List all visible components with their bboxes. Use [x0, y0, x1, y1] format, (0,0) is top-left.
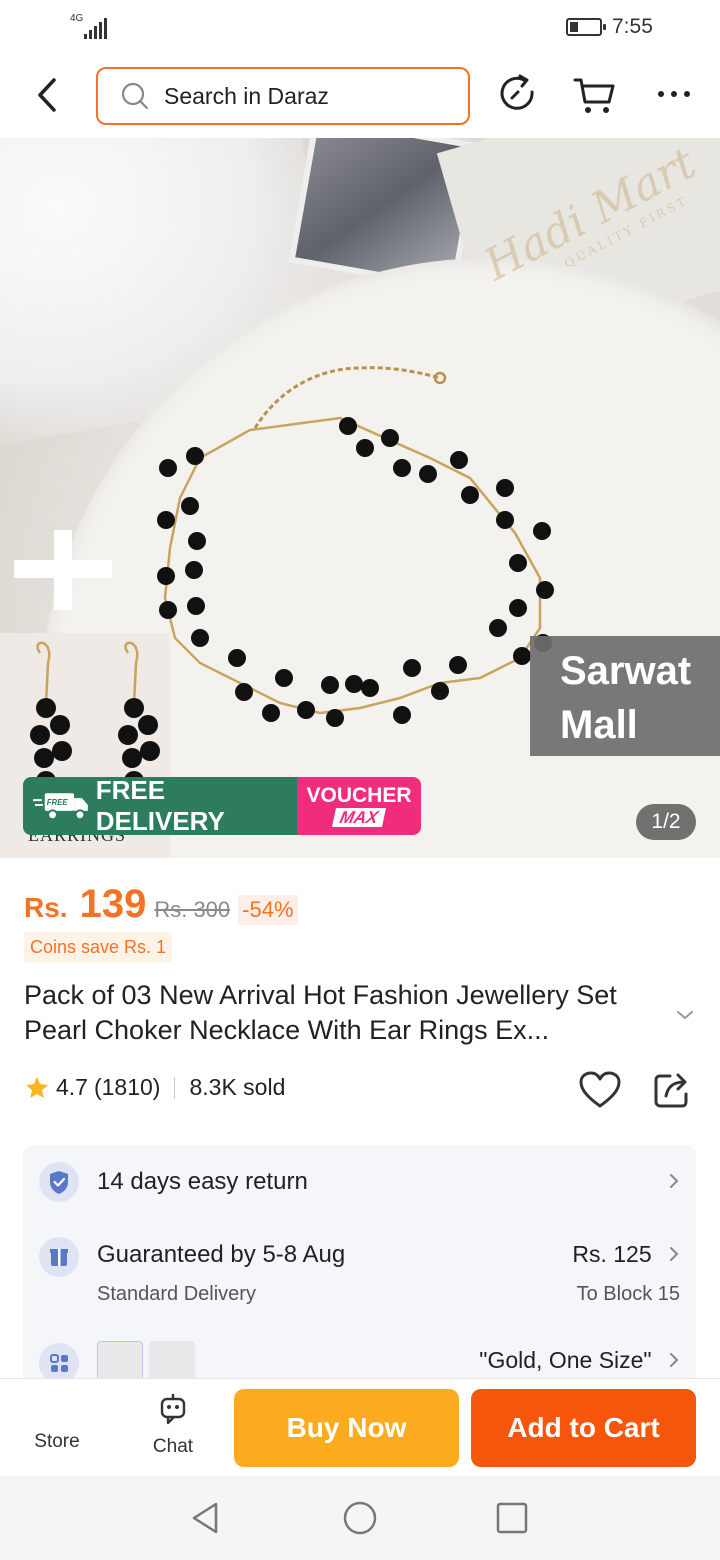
chat-label: Chat [152, 1436, 194, 1457]
variant-value-wrap: "Gold, One Size" [479, 1347, 680, 1374]
plus-icon [14, 530, 112, 610]
heart-icon[interactable] [578, 1070, 622, 1110]
return-chevron-wrap [658, 1168, 680, 1195]
back-button[interactable] [26, 70, 72, 120]
search-input[interactable]: Search in Daraz [96, 67, 470, 125]
gift-box-icon [39, 1237, 79, 1277]
buy-now-button[interactable]: Buy Now [234, 1389, 459, 1467]
free-delivery-badge: FREE FREE DELIVERY [23, 777, 297, 835]
seller-tag-line1: Sarwat [560, 649, 692, 693]
network-type: 4G [70, 13, 84, 24]
seller-tag-line2: Mall [560, 703, 638, 747]
variants-grid-icon [39, 1343, 79, 1383]
voucher-max-badge: VOUCHER MAX [297, 777, 421, 835]
chat-button[interactable]: Chat [140, 1393, 206, 1458]
top-header: Search in Daraz [0, 56, 720, 138]
sold-count: 8.3K sold [189, 1074, 286, 1100]
signal-indicator: 4G [70, 13, 107, 39]
divider [174, 1076, 176, 1099]
status-time: 7:55 [612, 15, 653, 38]
battery-icon [566, 18, 606, 36]
status-bar: 4G 7:55 [0, 0, 720, 56]
history-share-icon[interactable] [496, 72, 540, 116]
variant-value: "Gold, One Size" [479, 1347, 652, 1373]
nav-home-icon[interactable] [342, 1500, 378, 1536]
delivery-label: Guaranteed by 5-8 Aug [97, 1241, 346, 1268]
current-price: 139 [79, 882, 147, 926]
service-info-card: 14 days easy return Guaranteed by 5-8 Au… [23, 1145, 696, 1385]
delivery-location: To Block 15 [576, 1283, 680, 1305]
seller-tag: Sarwat Mall [530, 636, 720, 756]
currency-label: Rs. [24, 892, 68, 923]
search-placeholder: Search in Daraz [164, 82, 329, 109]
signal-bars-icon [84, 18, 107, 39]
star-icon [26, 1076, 48, 1098]
discount-badge: -54% [238, 895, 298, 925]
back-arrow-icon [38, 78, 56, 112]
return-policy-row[interactable]: 14 days easy return [23, 1145, 696, 1219]
delivery-price-wrap: Rs. 125 [572, 1241, 680, 1268]
delivery-price: Rs. 125 [572, 1241, 652, 1267]
chat-bot-icon [160, 1393, 186, 1425]
image-pager: 1/2 [636, 804, 696, 840]
shield-check-icon [39, 1162, 79, 1202]
search-icon [121, 82, 149, 110]
chevron-right-icon [670, 1174, 679, 1188]
chevron-down-icon[interactable] [674, 1006, 696, 1024]
original-price: Rs. 300 [154, 897, 231, 922]
free-delivery-text: FREE DELIVERY [95, 777, 225, 835]
nav-recents-icon[interactable] [494, 1500, 530, 1536]
voucher-text: VOUCHER [306, 784, 412, 807]
review-count: (1810) [93, 1074, 161, 1100]
delivery-method: Standard Delivery [97, 1283, 256, 1305]
product-image-carousel[interactable]: Hadi Mart QUALITY FIRST EARRINGS Sarwat … [0, 138, 720, 858]
add-to-cart-button[interactable]: Add to Cart [471, 1389, 696, 1467]
promo-banner: FREE FREE DELIVERY VOUCHER MAX [23, 777, 421, 835]
delivery-row[interactable]: Guaranteed by 5-8 Aug Standard Delivery … [23, 1219, 696, 1319]
voucher-max-text: MAX [332, 808, 386, 827]
chevron-right-icon [670, 1247, 679, 1261]
bottom-action-bar: Store Chat Buy Now Add to Cart [0, 1378, 720, 1476]
store-button[interactable]: Store [22, 1431, 92, 1453]
nav-back-icon[interactable] [188, 1500, 224, 1536]
share-icon[interactable] [652, 1070, 692, 1110]
more-options-icon[interactable] [652, 72, 696, 116]
return-policy-label: 14 days easy return [97, 1168, 308, 1195]
rating-row[interactable]: 4.7 (1810) 8.3K sold [24, 1074, 285, 1101]
chevron-right-icon [670, 1353, 679, 1367]
free-mini-label: FREE [47, 798, 69, 807]
system-nav-bar [0, 1476, 720, 1560]
price-row: Rs. 139 Rs. 300 -54% [24, 882, 298, 927]
rating-value: 4.7 [56, 1074, 88, 1100]
product-title[interactable]: Pack of 03 New Arrival Hot Fashion Jewel… [24, 978, 664, 1048]
cart-icon[interactable] [572, 72, 616, 116]
store-label: Store [34, 1431, 80, 1452]
variant-row[interactable]: "Gold, One Size" [23, 1319, 696, 1385]
coins-badge[interactable]: Coins save Rs. 1 [24, 932, 173, 962]
delivery-truck-icon: FREE [33, 793, 88, 821]
